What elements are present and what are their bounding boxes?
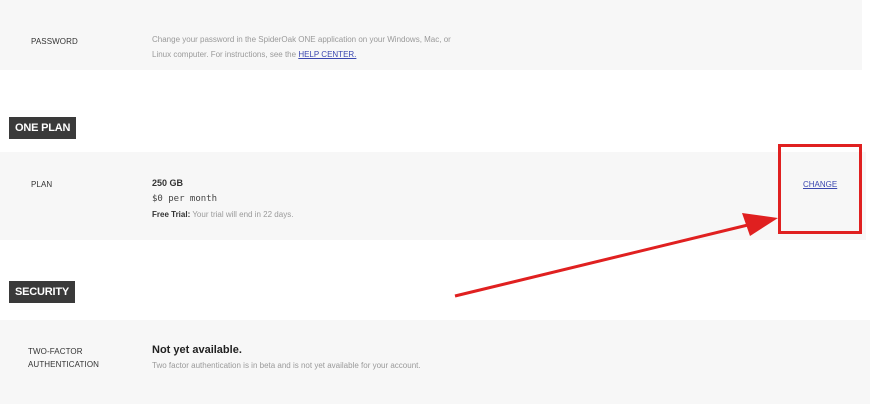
annotation-arrow-line [454,222,753,298]
annotation-arrow-head [742,213,778,236]
annotation-arrow-icon [454,213,778,298]
